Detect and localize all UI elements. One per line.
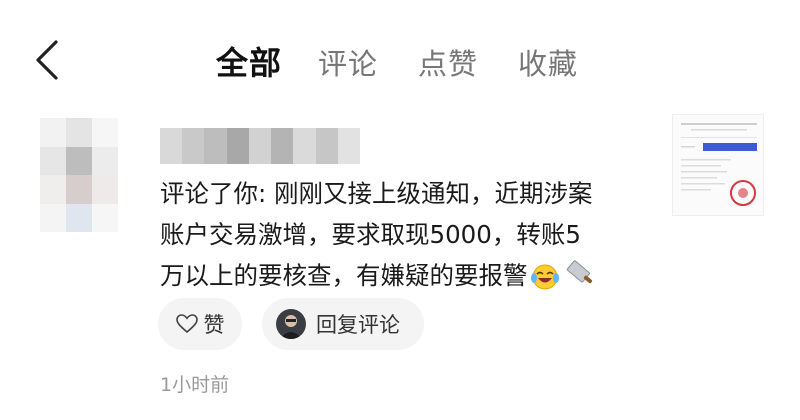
timestamp: 1小时前	[160, 374, 230, 396]
laughing-crying-emoji	[530, 261, 560, 302]
reply-comment-button[interactable]: 回复评论	[262, 298, 424, 350]
heart-icon	[175, 314, 198, 334]
tab-likes[interactable]: 点赞	[418, 41, 478, 83]
tab-favorites[interactable]: 收藏	[518, 41, 578, 83]
reply-label: 回复评论	[316, 313, 400, 337]
like-label: 赞	[203, 313, 225, 337]
post-thumbnail[interactable]	[672, 114, 764, 216]
user-avatar	[276, 309, 306, 339]
avatar[interactable]	[40, 118, 118, 232]
chevron-left-icon	[36, 40, 58, 80]
comment-text: 评论了你: 刚刚又接上级通知，近期涉案 账户交易激增，要求取现5000，转账5 …	[160, 173, 660, 302]
comment-line: 账户交易激增，要求取现5000，转账5	[160, 220, 581, 249]
tab-comments[interactable]: 评论	[318, 41, 378, 83]
tab-bar: 全部 评论 点赞 收藏	[216, 38, 618, 84]
cleaver-knife-emoji	[562, 260, 594, 302]
comment-line-last: 万以上的要核查，有嫌疑的要报警	[160, 255, 660, 302]
back-button[interactable]	[30, 36, 70, 84]
like-button[interactable]: 赞	[158, 298, 242, 350]
username-redacted[interactable]	[160, 128, 360, 164]
comment-line: 评论了你: 刚刚又接上级通知，近期涉案	[160, 179, 593, 208]
tab-all[interactable]: 全部	[216, 38, 282, 84]
